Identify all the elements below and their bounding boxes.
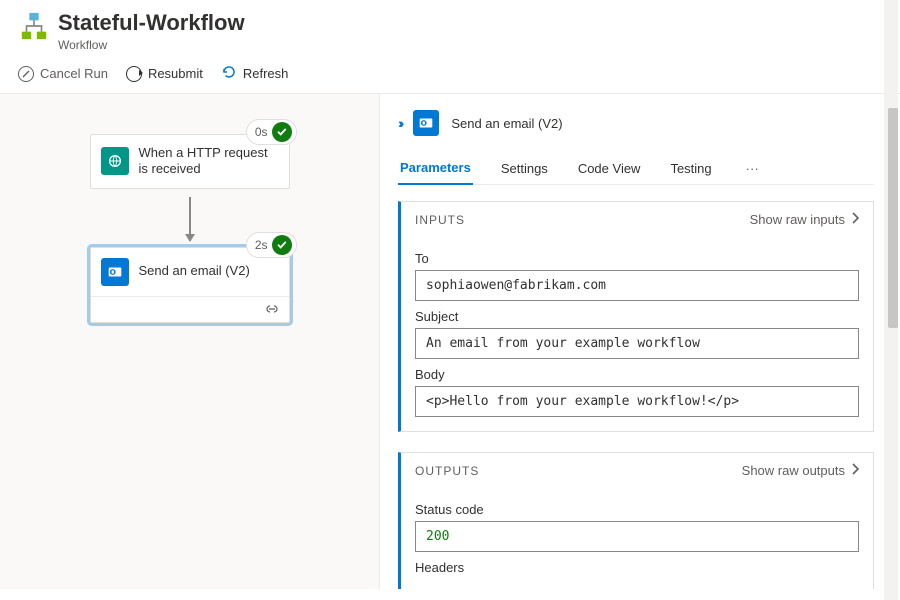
page-title: Stateful-Workflow (58, 10, 245, 36)
refresh-icon (221, 64, 237, 83)
cancel-run-button: Cancel Run (18, 66, 108, 82)
action-duration: 2s (255, 238, 268, 252)
scrollbar-thumb[interactable] (888, 108, 898, 328)
body-label: Body (415, 367, 859, 382)
details-panel: ›› Send an email (V2) Parameters Setting… (380, 94, 900, 589)
body-value[interactable]: <p>Hello from your example workflow!</p> (415, 386, 859, 417)
designer-canvas[interactable]: 0s When a HTTP request is received 2s Se… (0, 94, 380, 589)
inputs-heading: INPUTS (415, 213, 465, 227)
toolbar: Cancel Run Resubmit Refresh (0, 58, 900, 94)
chevron-right-icon (851, 463, 859, 478)
tab-testing[interactable]: Testing (668, 153, 713, 184)
outlook-icon (413, 110, 439, 136)
panel-tabs: Parameters Settings Code View Testing ··… (398, 152, 874, 185)
refresh-label: Refresh (243, 66, 289, 81)
success-check-icon (272, 235, 292, 255)
to-label: To (415, 251, 859, 266)
inputs-section: INPUTS Show raw inputs To sophiaowen@fab… (398, 201, 874, 432)
link-icon (265, 302, 279, 317)
chevron-right-icon (851, 212, 859, 227)
outputs-section: OUTPUTS Show raw outputs Status code 200… (398, 452, 874, 589)
status-code-label: Status code (415, 502, 859, 517)
trigger-duration: 0s (255, 125, 268, 139)
headers-label: Headers (415, 560, 859, 575)
trigger-node[interactable]: 0s When a HTTP request is received (90, 134, 290, 189)
subject-label: Subject (415, 309, 859, 324)
show-raw-inputs-link[interactable]: Show raw inputs (750, 212, 859, 227)
show-raw-outputs-label: Show raw outputs (742, 463, 845, 478)
panel-title: Send an email (V2) (451, 116, 562, 131)
workflow-type-icon (18, 10, 50, 42)
cancel-icon (18, 66, 34, 82)
refresh-button[interactable]: Refresh (221, 64, 289, 83)
status-code-value[interactable]: 200 (415, 521, 859, 552)
collapse-panel-button[interactable]: ›› (398, 115, 401, 131)
trigger-status-badge: 0s (246, 119, 297, 145)
show-raw-outputs-link[interactable]: Show raw outputs (742, 463, 859, 478)
success-check-icon (272, 122, 292, 142)
page-subtitle: Workflow (58, 38, 245, 52)
resubmit-label: Resubmit (148, 66, 203, 81)
to-value[interactable]: sophiaowen@fabrikam.com (415, 270, 859, 301)
page-header: Stateful-Workflow Workflow (0, 0, 900, 58)
connector-arrow (189, 197, 191, 241)
show-raw-inputs-label: Show raw inputs (750, 212, 845, 227)
resubmit-button[interactable]: Resubmit (126, 66, 203, 82)
cancel-run-label: Cancel Run (40, 66, 108, 81)
resubmit-icon (126, 66, 142, 82)
outputs-heading: OUTPUTS (415, 464, 479, 478)
action-node[interactable]: 2s Send an email (V2) (90, 247, 290, 323)
action-title: Send an email (V2) (139, 263, 250, 279)
trigger-title: When a HTTP request is received (139, 145, 279, 178)
tab-parameters[interactable]: Parameters (398, 152, 473, 185)
outlook-icon (101, 258, 129, 286)
action-status-badge: 2s (246, 232, 297, 258)
tab-settings[interactable]: Settings (499, 153, 550, 184)
http-request-icon (101, 147, 129, 175)
tab-code-view[interactable]: Code View (576, 153, 643, 184)
subject-value[interactable]: An email from your example workflow (415, 328, 859, 359)
tab-overflow-button[interactable]: ··· (740, 161, 765, 176)
